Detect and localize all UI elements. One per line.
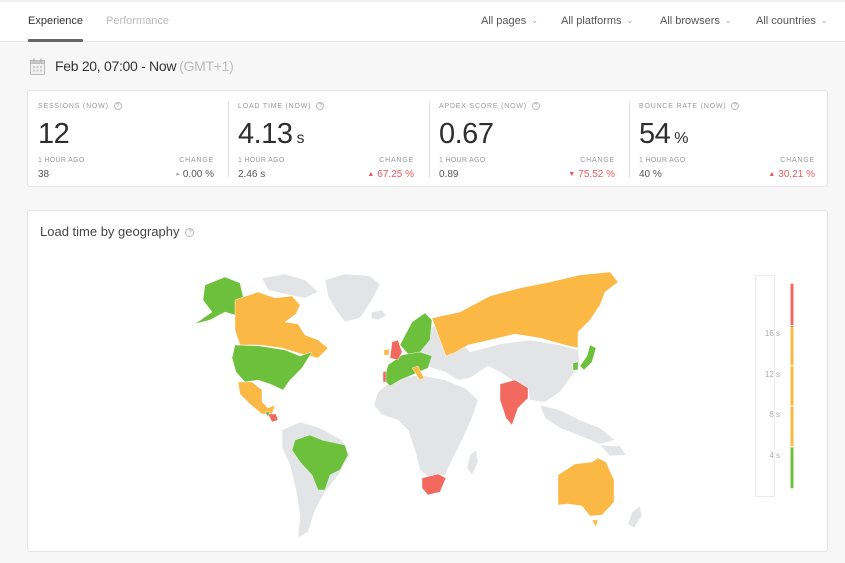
legend-tick-label: 8 s — [769, 410, 780, 420]
legend-tick-label: 16 s — [764, 329, 780, 339]
legend-tick-label: 12 s — [764, 369, 780, 379]
legend-tick-label: 4 s — [769, 450, 780, 460]
map-legend — [790, 283, 794, 489]
